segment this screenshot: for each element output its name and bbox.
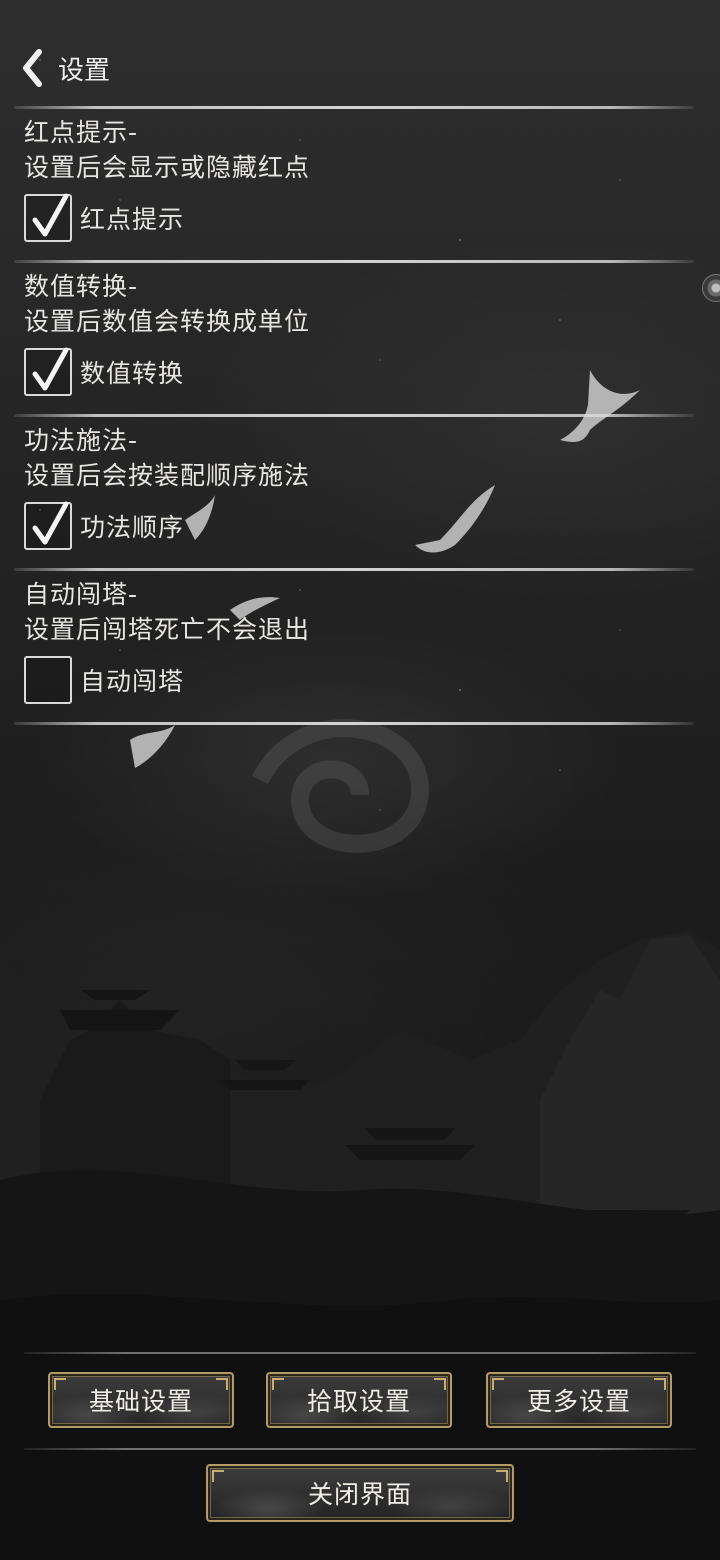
- page-title: 设置: [58, 55, 111, 86]
- button-label: 基础设置: [88, 1387, 193, 1416]
- divider: [24, 1448, 696, 1450]
- checkbox-label: 自动闯塔: [80, 667, 185, 696]
- pickup-settings-button[interactable]: 拾取设置: [266, 1372, 452, 1428]
- section-description: 设置后闯塔死亡不会退出: [24, 615, 311, 644]
- section-number-format: 数值转换- 设置后数值会转换成单位 数值转换: [24, 270, 694, 396]
- checkbox-checked[interactable]: [24, 501, 72, 550]
- checkmark-icon: [32, 193, 69, 237]
- section-title: 数值转换-: [24, 272, 139, 301]
- button-label: 更多设置: [526, 1387, 631, 1416]
- divider: [14, 260, 694, 263]
- checkbox-unchecked[interactable]: [24, 656, 72, 704]
- section-description: 设置后会按装配顺序施法: [24, 461, 311, 490]
- button-label: 关闭界面: [307, 1480, 412, 1509]
- section-red-dot: 红点提示- 设置后会显示或隐藏红点 红点提示: [24, 116, 694, 242]
- divider: [14, 414, 694, 417]
- section-title: 功法施法-: [24, 426, 139, 455]
- auto-tower-toggle[interactable]: 自动闯塔: [24, 656, 694, 704]
- section-description: 设置后数值会转换成单位: [24, 307, 311, 336]
- chevron-left-icon[interactable]: [18, 48, 46, 88]
- section-title: 自动闯塔-: [24, 580, 139, 609]
- more-settings-button[interactable]: 更多设置: [486, 1372, 672, 1428]
- checkbox-checked[interactable]: [24, 347, 72, 396]
- divider: [14, 722, 694, 725]
- checkmark-icon: [32, 347, 69, 391]
- skill-order-toggle[interactable]: 功法顺序: [24, 501, 694, 550]
- basic-settings-button[interactable]: 基础设置: [48, 1372, 234, 1428]
- button-label: 拾取设置: [306, 1387, 411, 1416]
- divider: [14, 106, 694, 109]
- header: 设置: [18, 46, 110, 90]
- divider: [14, 568, 694, 571]
- section-description: 设置后会显示或隐藏红点: [24, 153, 311, 182]
- checkmark-icon: [32, 501, 69, 545]
- close-panel-button[interactable]: 关闭界面: [206, 1464, 514, 1522]
- section-skill-cast: 功法施法- 设置后会按装配顺序施法 功法顺序: [24, 424, 694, 550]
- section-auto-tower: 自动闯塔- 设置后闯塔死亡不会退出 自动闯塔: [24, 578, 694, 704]
- number-format-toggle[interactable]: 数值转换: [24, 347, 694, 396]
- checkbox-checked[interactable]: [24, 193, 72, 242]
- red-dot-toggle[interactable]: 红点提示: [24, 193, 694, 242]
- checkbox-label: 数值转换: [80, 359, 185, 388]
- checkbox-label: 红点提示: [80, 205, 185, 234]
- section-title: 红点提示-: [24, 118, 139, 147]
- checkbox-label: 功法顺序: [80, 513, 185, 542]
- divider: [24, 1352, 696, 1354]
